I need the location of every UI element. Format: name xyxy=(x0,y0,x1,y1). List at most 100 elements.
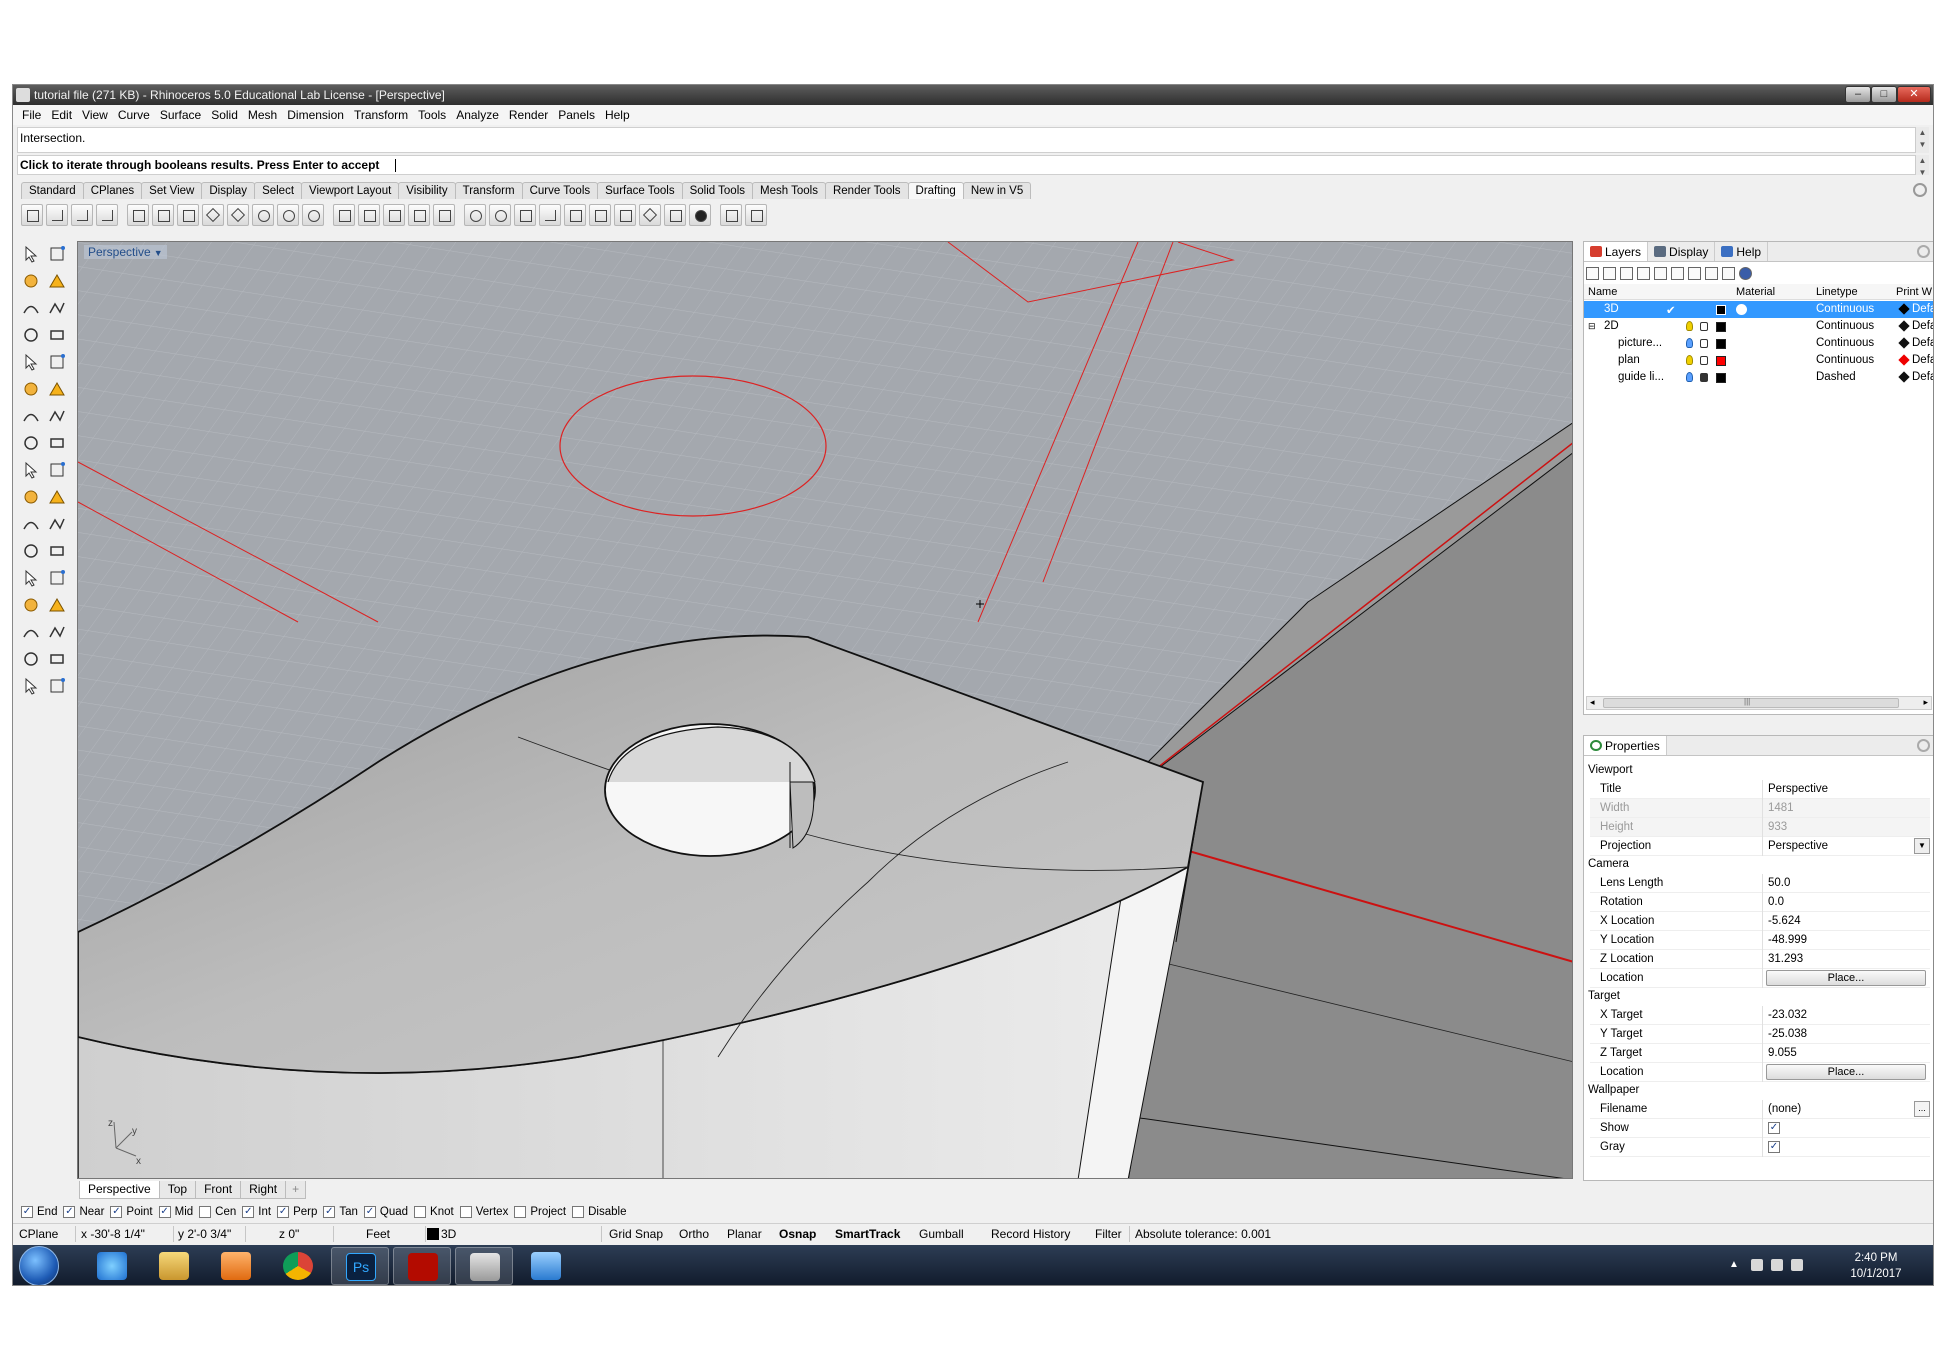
tab-display-panel[interactable]: Display xyxy=(1648,242,1716,261)
viewport-tab-top[interactable]: Top xyxy=(158,1181,197,1199)
lightbulb-on-icon[interactable] xyxy=(1686,355,1693,365)
curve-point-icon[interactable] xyxy=(21,325,41,345)
target-y-input[interactable]: -25.038 xyxy=(1768,1028,1807,1040)
close-button[interactable]: ✕ xyxy=(1897,86,1931,103)
new-sublayer-icon[interactable] xyxy=(1603,266,1616,280)
osnap-project[interactable]: Project xyxy=(514,1206,566,1218)
prop-z-location[interactable]: Z Location 31.293 xyxy=(1590,950,1930,969)
units-label[interactable]: Feet xyxy=(366,1227,390,1241)
lens-length-input[interactable]: 50.0 xyxy=(1768,877,1790,889)
menu-tools[interactable]: Tools xyxy=(413,108,451,122)
projection-chevron-down-icon[interactable]: ▼ xyxy=(1914,838,1930,854)
gray-checkbox[interactable]: ✓ xyxy=(1768,1141,1780,1153)
osnap-checkbox[interactable] xyxy=(414,1206,427,1218)
linear-dimension-icon[interactable] xyxy=(127,204,149,226)
rotation-input[interactable]: 0.0 xyxy=(1768,896,1784,908)
osnap-end[interactable]: ✓ End xyxy=(21,1206,57,1218)
osnap-vertex[interactable]: Vertex xyxy=(459,1206,508,1218)
osnap-checkbox[interactable] xyxy=(514,1206,527,1218)
camera-z-input[interactable]: 31.293 xyxy=(1768,953,1803,965)
sweep-icon[interactable] xyxy=(47,649,67,669)
layer-row-picture[interactable]: picture... Continuous Default xyxy=(1584,335,1933,352)
layer-print-width[interactable]: Default xyxy=(1912,371,1933,383)
menu-render[interactable]: Render xyxy=(504,108,553,122)
layer-tools-icon[interactable] xyxy=(1722,266,1735,280)
make2d-icon[interactable] xyxy=(383,204,405,226)
prop-filename[interactable]: Filename (none)... xyxy=(1590,1100,1930,1119)
layer-list-horizontal-scrollbar[interactable]: ◂ ||| ▸ xyxy=(1586,696,1932,710)
gumball-icon[interactable] xyxy=(47,271,67,291)
unlocked-icon[interactable] xyxy=(1700,322,1708,331)
osnap-checkbox[interactable]: ✓ xyxy=(323,1206,336,1218)
arc-icon[interactable] xyxy=(47,460,67,480)
prop-x-target[interactable]: X Target -23.032 xyxy=(1590,1006,1930,1025)
osnap-checkbox[interactable]: ✓ xyxy=(242,1206,255,1218)
control-point-icon[interactable] xyxy=(21,352,41,372)
add-viewport-button[interactable]: + xyxy=(285,1181,307,1199)
viewport-tab-perspective[interactable]: Perspective xyxy=(79,1181,160,1199)
command-history-scrollbar[interactable]: ▲ ▼ xyxy=(1915,127,1929,153)
explode-icon[interactable] xyxy=(47,298,67,318)
menu-help[interactable]: Help xyxy=(600,108,635,122)
layer-filter-icon[interactable] xyxy=(1688,266,1701,280)
tab-surface-tools[interactable]: Surface Tools xyxy=(597,182,683,199)
layer-linetype[interactable]: Continuous xyxy=(1816,303,1874,315)
tab-help-panel[interactable]: Help xyxy=(1715,242,1769,261)
tab-set-view[interactable]: Set View xyxy=(141,182,203,199)
menu-view[interactable]: View xyxy=(77,108,113,122)
detail-view-icon[interactable] xyxy=(71,204,93,226)
render-sphere-icon[interactable] xyxy=(689,204,711,226)
print-preview-icon[interactable] xyxy=(745,204,767,226)
command-prompt-scrollbar[interactable]: ▲ ▼ xyxy=(1915,155,1929,177)
revolve-icon[interactable] xyxy=(21,649,41,669)
current-layer-label[interactable]: 3D xyxy=(441,1227,456,1241)
media-player-taskbar-button[interactable] xyxy=(207,1247,265,1285)
layer-linetype[interactable]: Continuous xyxy=(1816,320,1874,332)
menu-file[interactable]: File xyxy=(17,108,46,122)
osnap-near[interactable]: ✓ Near xyxy=(63,1206,104,1218)
text-object-icon[interactable] xyxy=(564,204,586,226)
move-to-parent-icon[interactable] xyxy=(1671,266,1684,280)
scrollbar-thumb[interactable]: ||| xyxy=(1603,697,1899,708)
menu-analyze[interactable]: Analyze xyxy=(451,108,504,122)
prop-title[interactable]: Title Perspective xyxy=(1590,780,1930,799)
osnap-checkbox[interactable]: ✓ xyxy=(110,1206,123,1218)
tab-standard[interactable]: Standard xyxy=(21,182,84,199)
layer-linetype[interactable]: Continuous xyxy=(1816,354,1874,366)
tab-curve-tools[interactable]: Curve Tools xyxy=(521,182,599,199)
osnap-point[interactable]: ✓ Point xyxy=(110,1206,153,1218)
tab-drafting[interactable]: Drafting xyxy=(907,182,964,199)
show-hidden-icons-chevron-up-icon[interactable]: ▲ xyxy=(1729,1259,1741,1271)
layer-print-width[interactable]: Defau xyxy=(1912,303,1933,315)
camera-place-button[interactable]: Place... xyxy=(1766,970,1926,986)
layer-color-swatch[interactable] xyxy=(1716,356,1726,366)
wallpaper-filename-input[interactable]: (none) xyxy=(1768,1103,1801,1115)
tab-mesh-tools[interactable]: Mesh Tools xyxy=(752,182,826,199)
column-print-width[interactable]: Print W xyxy=(1896,286,1932,298)
menu-edit[interactable]: Edit xyxy=(46,108,77,122)
layer-state-icon[interactable] xyxy=(1705,266,1718,280)
aligned-dimension-icon[interactable] xyxy=(152,204,174,226)
leader-icon[interactable] xyxy=(302,204,324,226)
tab-transform[interactable]: Transform xyxy=(454,182,523,199)
osnap-tan[interactable]: ✓ Tan xyxy=(323,1206,358,1218)
perspective-viewport[interactable]: z y x Perspective ▼ xyxy=(77,241,1573,1179)
scroll-right-icon[interactable]: ▸ xyxy=(1923,697,1928,708)
text-icon[interactable] xyxy=(333,204,355,226)
cplane-label[interactable]: CPlane xyxy=(19,1227,58,1241)
layer-color-swatch[interactable] xyxy=(1716,322,1726,332)
sphere-icon[interactable] xyxy=(47,595,67,615)
osnap-checkbox[interactable] xyxy=(459,1206,472,1218)
chrome-taskbar-button[interactable] xyxy=(269,1247,327,1285)
layer-help-icon[interactable] xyxy=(1739,266,1752,280)
edit-dimension-icon[interactable] xyxy=(433,204,455,226)
layer-linetype[interactable]: Dashed xyxy=(1816,371,1856,383)
line-icon[interactable] xyxy=(21,433,41,453)
point-icon[interactable] xyxy=(21,406,41,426)
move-down-icon[interactable] xyxy=(1654,266,1667,280)
osnap-checkbox[interactable]: ✓ xyxy=(63,1206,76,1218)
target-z-input[interactable]: 9.055 xyxy=(1768,1047,1797,1059)
layer-row-guide-lines[interactable]: guide li... Dashed Default xyxy=(1584,369,1933,386)
box-icon[interactable] xyxy=(21,595,41,615)
viewport-scene[interactable]: z y x xyxy=(78,242,1573,1179)
